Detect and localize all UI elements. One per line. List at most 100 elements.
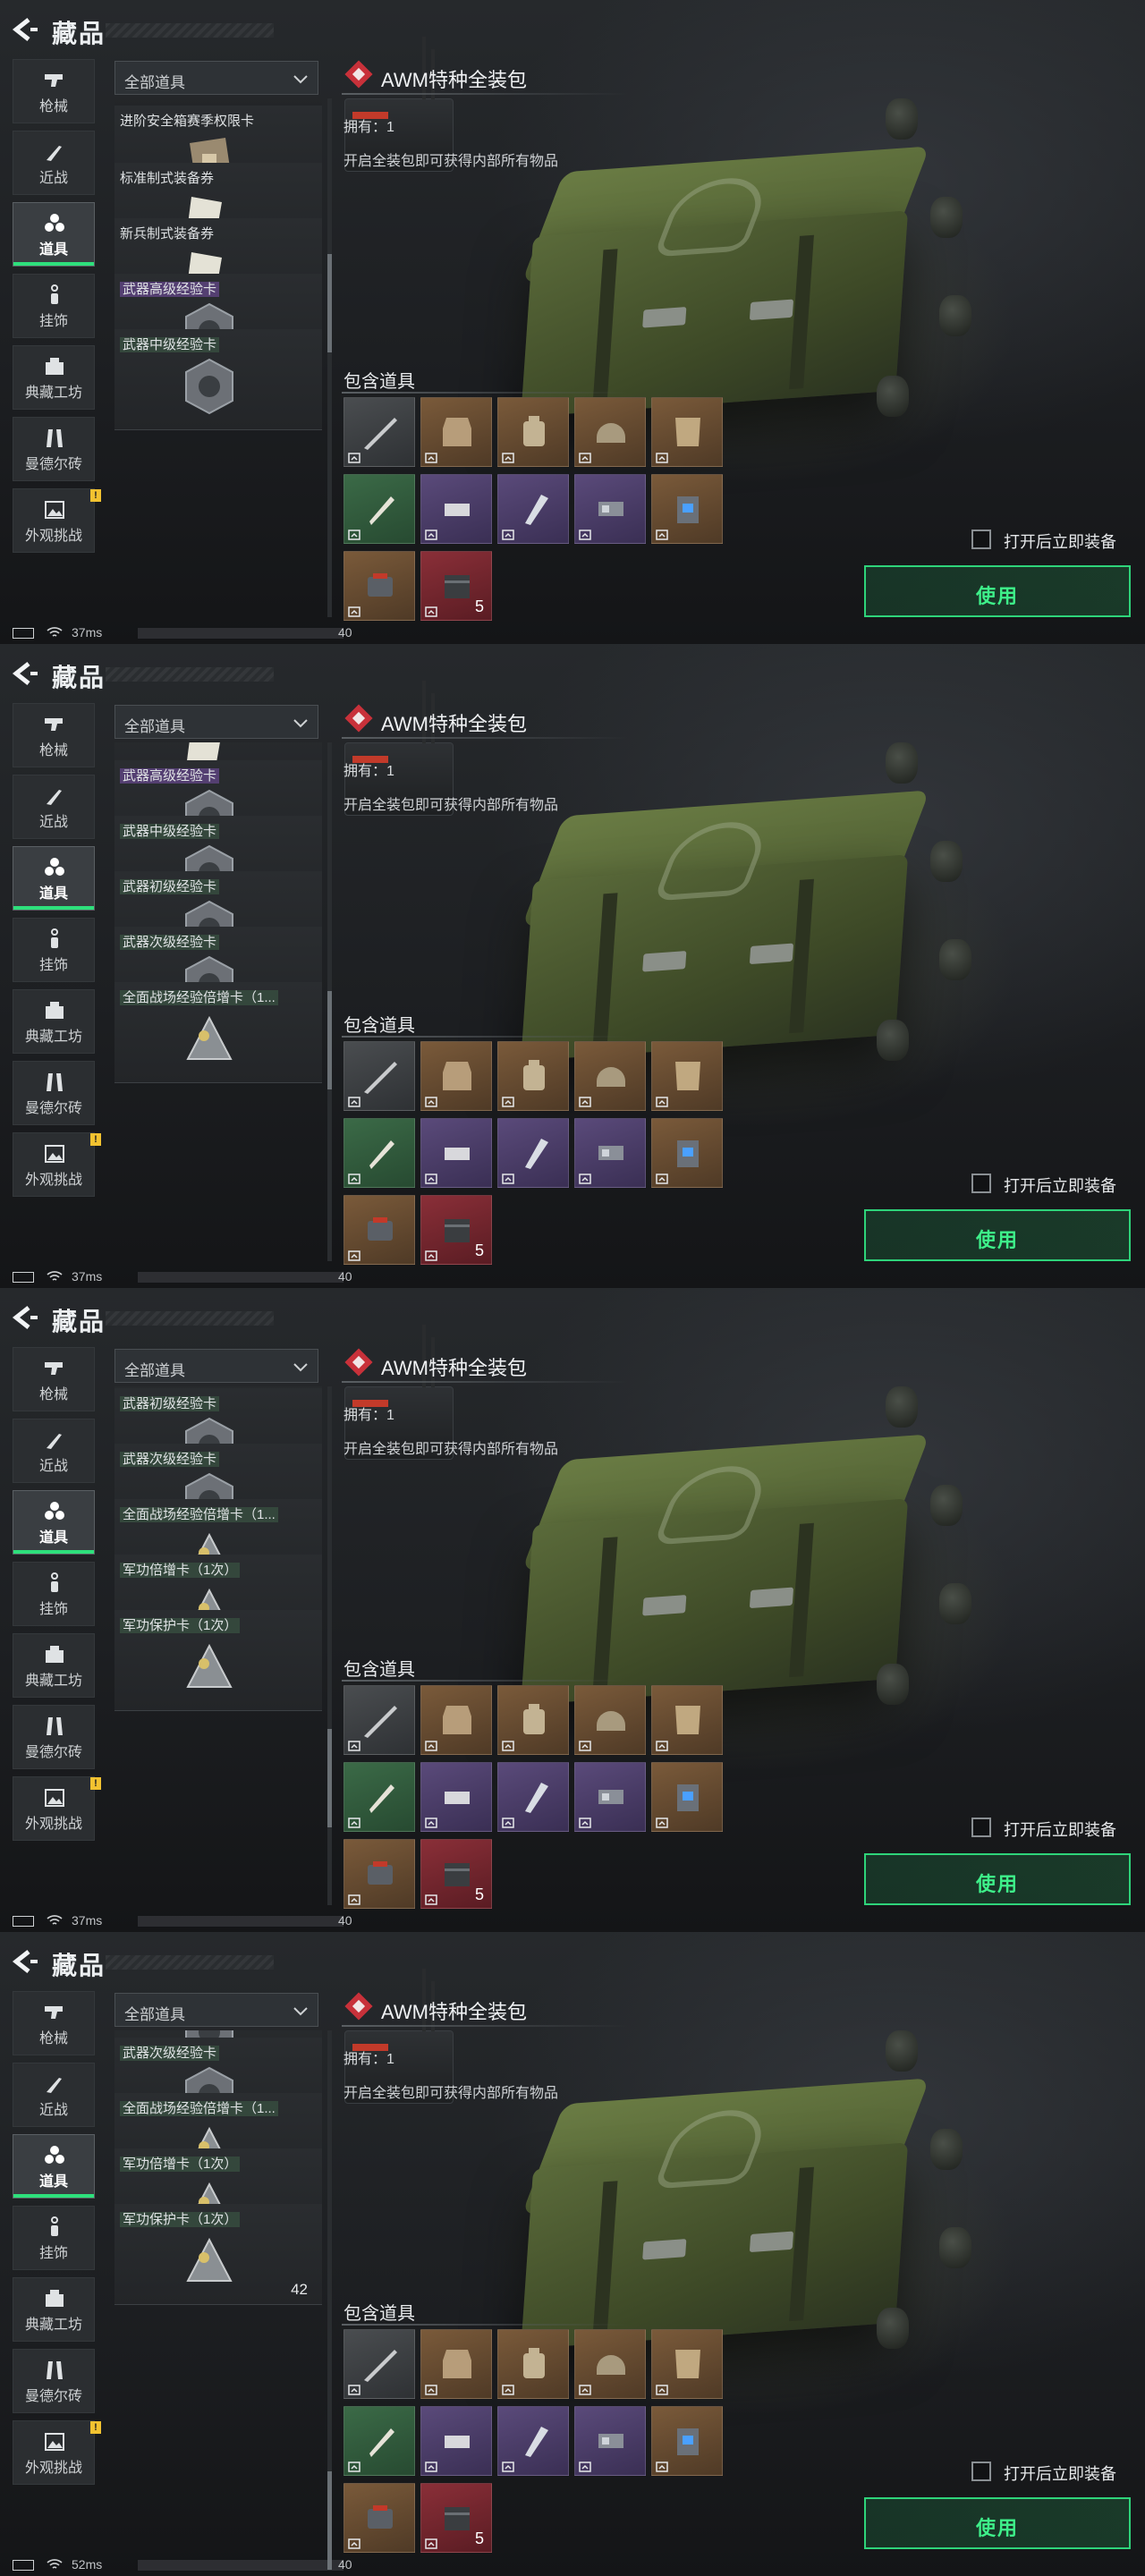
nav-item-challenge[interactable]: 外观挑战! bbox=[13, 488, 101, 553]
content-item[interactable] bbox=[651, 397, 723, 467]
nav-item-knife[interactable]: 近战 bbox=[13, 775, 95, 839]
nav-item-charm[interactable]: 挂饰 bbox=[13, 1562, 95, 1626]
nav-item-items[interactable]: 道具 bbox=[13, 2134, 95, 2199]
content-item[interactable] bbox=[651, 1041, 723, 1111]
scrollbar-thumb[interactable] bbox=[327, 254, 332, 352]
list-item[interactable]: 全面战场经验倍增卡（1... bbox=[114, 982, 322, 1083]
list-scrollbar[interactable] bbox=[327, 2030, 332, 2570]
content-item[interactable] bbox=[344, 551, 415, 621]
nav-item-challenge[interactable]: 外观挑战! bbox=[13, 1132, 101, 1197]
scrollbar-thumb[interactable] bbox=[327, 1728, 332, 1827]
nav-item-brick[interactable]: 曼德尔砖 bbox=[13, 1061, 95, 1125]
content-item[interactable] bbox=[574, 397, 646, 467]
content-item[interactable] bbox=[651, 2406, 723, 2476]
nav-item-brick[interactable]: 曼德尔砖 bbox=[13, 417, 95, 481]
content-item[interactable] bbox=[497, 1762, 569, 1832]
content-item[interactable] bbox=[651, 2329, 723, 2399]
nav-item-knife[interactable]: 近战 bbox=[13, 131, 95, 195]
content-item[interactable]: 5 bbox=[420, 551, 492, 621]
nav-item-pistol[interactable]: 枪械 bbox=[13, 1991, 95, 2055]
content-item[interactable] bbox=[344, 1762, 415, 1832]
content-item[interactable] bbox=[574, 1041, 646, 1111]
content-item[interactable] bbox=[420, 2329, 492, 2399]
nav-item-items[interactable]: 道具 bbox=[13, 846, 95, 911]
content-item[interactable] bbox=[420, 1041, 492, 1111]
list-scrollbar[interactable] bbox=[327, 1386, 332, 1905]
nav-item-workshop[interactable]: 典藏工坊 bbox=[13, 345, 95, 410]
nav-item-knife[interactable]: 近战 bbox=[13, 2063, 95, 2127]
content-item[interactable] bbox=[574, 474, 646, 544]
nav-item-items[interactable]: 道具 bbox=[13, 202, 95, 267]
content-item[interactable] bbox=[651, 1762, 723, 1832]
list-scrollbar[interactable] bbox=[327, 98, 332, 617]
back-button[interactable] bbox=[11, 660, 41, 687]
content-item[interactable] bbox=[497, 1118, 569, 1188]
content-item[interactable] bbox=[344, 474, 415, 544]
nav-item-charm[interactable]: 挂饰 bbox=[13, 274, 95, 338]
back-button[interactable] bbox=[11, 1304, 41, 1331]
content-item[interactable] bbox=[497, 474, 569, 544]
content-item[interactable] bbox=[344, 1839, 415, 1909]
list-item[interactable]: 军功保护卡（1次） bbox=[114, 1610, 322, 1711]
content-item[interactable]: 5 bbox=[420, 2483, 492, 2553]
content-item[interactable] bbox=[651, 1685, 723, 1755]
nav-item-pistol[interactable]: 枪械 bbox=[13, 59, 95, 123]
auto-equip-checkbox[interactable] bbox=[971, 530, 991, 549]
content-item[interactable] bbox=[497, 1041, 569, 1111]
nav-item-charm[interactable]: 挂饰 bbox=[13, 918, 95, 982]
content-item[interactable] bbox=[497, 397, 569, 467]
scrollbar-thumb[interactable] bbox=[327, 2470, 332, 2570]
nav-item-workshop[interactable]: 典藏工坊 bbox=[13, 1633, 95, 1698]
content-item[interactable] bbox=[344, 2483, 415, 2553]
content-item[interactable] bbox=[497, 2406, 569, 2476]
content-item[interactable] bbox=[420, 1118, 492, 1188]
content-item[interactable] bbox=[420, 397, 492, 467]
content-item[interactable] bbox=[574, 2329, 646, 2399]
auto-equip-checkbox[interactable] bbox=[971, 2462, 991, 2481]
nav-item-challenge[interactable]: 外观挑战! bbox=[13, 1776, 101, 1841]
content-item[interactable] bbox=[344, 1195, 415, 1265]
use-button[interactable]: 使用 bbox=[864, 1209, 1131, 1261]
content-item[interactable] bbox=[344, 1041, 415, 1111]
filter-dropdown[interactable]: 全部道具 bbox=[114, 61, 318, 95]
content-item[interactable]: 5 bbox=[420, 1839, 492, 1909]
content-item[interactable] bbox=[420, 1762, 492, 1832]
use-button[interactable]: 使用 bbox=[864, 2497, 1131, 2549]
use-button[interactable]: 使用 bbox=[864, 565, 1131, 617]
content-item[interactable] bbox=[344, 2329, 415, 2399]
list-item[interactable]: 军功保护卡（1次） 42 bbox=[114, 2204, 322, 2305]
content-item[interactable] bbox=[497, 2329, 569, 2399]
content-item[interactable] bbox=[574, 1685, 646, 1755]
list-item[interactable]: 武器中级经验卡 bbox=[114, 329, 322, 430]
filter-dropdown[interactable]: 全部道具 bbox=[114, 705, 318, 739]
nav-item-pistol[interactable]: 枪械 bbox=[13, 703, 95, 767]
nav-item-knife[interactable]: 近战 bbox=[13, 1419, 95, 1483]
nav-item-workshop[interactable]: 典藏工坊 bbox=[13, 989, 95, 1054]
content-item[interactable] bbox=[344, 1685, 415, 1755]
content-item[interactable] bbox=[651, 1118, 723, 1188]
content-item[interactable] bbox=[574, 1118, 646, 1188]
back-button[interactable] bbox=[11, 16, 41, 43]
use-button[interactable]: 使用 bbox=[864, 1853, 1131, 1905]
scrollbar-thumb[interactable] bbox=[327, 991, 332, 1090]
content-item[interactable] bbox=[344, 2406, 415, 2476]
nav-item-items[interactable]: 道具 bbox=[13, 1490, 95, 1555]
content-item[interactable] bbox=[344, 397, 415, 467]
list-scrollbar[interactable] bbox=[327, 742, 332, 1261]
nav-item-brick[interactable]: 曼德尔砖 bbox=[13, 1705, 95, 1769]
nav-item-challenge[interactable]: 外观挑战! bbox=[13, 2420, 101, 2485]
content-item[interactable] bbox=[420, 474, 492, 544]
content-item[interactable] bbox=[420, 1685, 492, 1755]
content-item[interactable] bbox=[420, 2406, 492, 2476]
content-item[interactable] bbox=[651, 474, 723, 544]
nav-item-pistol[interactable]: 枪械 bbox=[13, 1347, 95, 1411]
content-item[interactable] bbox=[344, 1118, 415, 1188]
filter-dropdown[interactable]: 全部道具 bbox=[114, 1993, 318, 2027]
filter-dropdown[interactable]: 全部道具 bbox=[114, 1349, 318, 1383]
auto-equip-checkbox[interactable] bbox=[971, 1174, 991, 1193]
nav-item-brick[interactable]: 曼德尔砖 bbox=[13, 2349, 95, 2413]
content-item[interactable] bbox=[574, 2406, 646, 2476]
content-item[interactable] bbox=[497, 1685, 569, 1755]
content-item[interactable] bbox=[574, 1762, 646, 1832]
back-button[interactable] bbox=[11, 1948, 41, 1975]
